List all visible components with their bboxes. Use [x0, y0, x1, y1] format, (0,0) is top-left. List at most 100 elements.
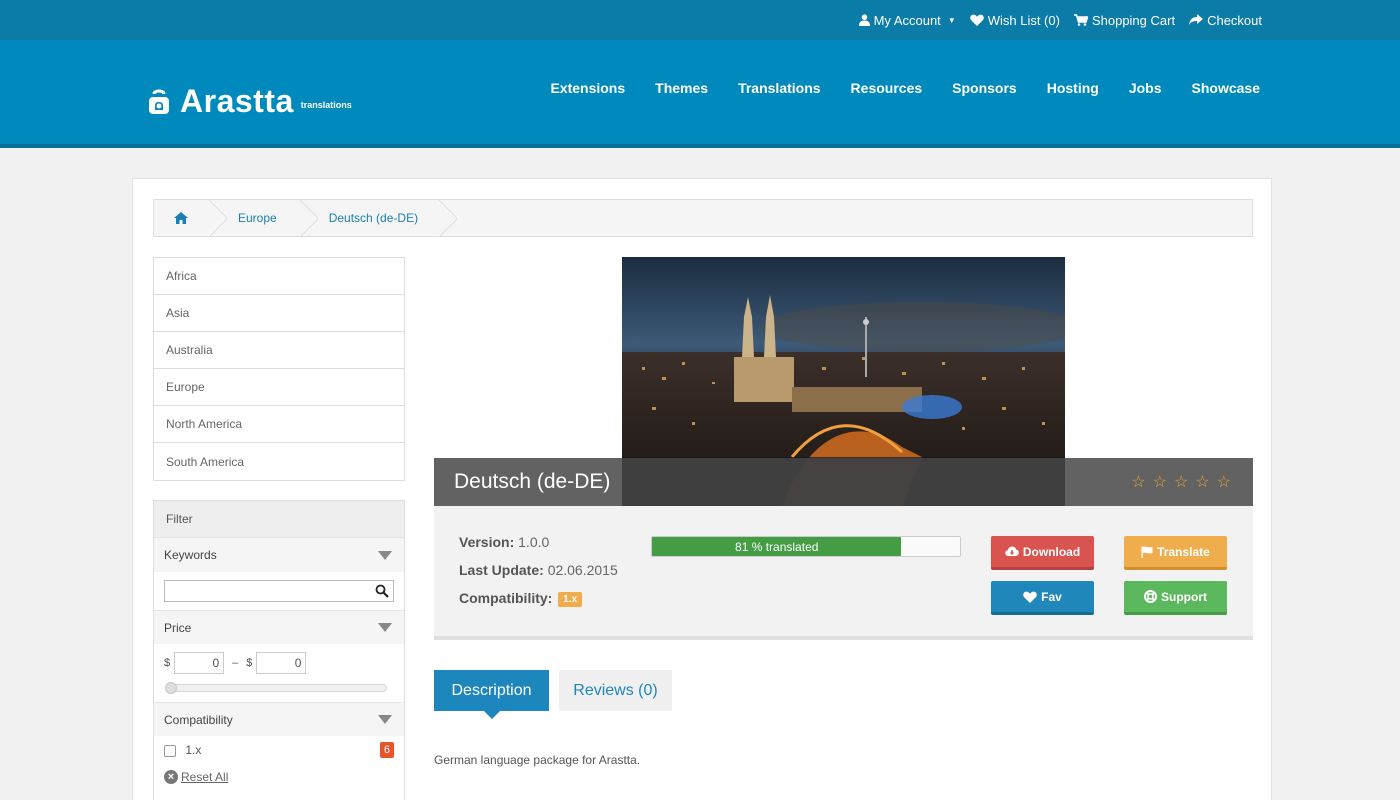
category-europe[interactable]: Europe — [154, 369, 404, 406]
translation-progress-fill: 81 % translated — [652, 537, 902, 556]
translation-progress-bar: 81 % translated — [651, 536, 961, 557]
keywords-label: Keywords — [164, 548, 217, 562]
breadcrumb-current-label: Deutsch (de-DE) — [328, 211, 419, 225]
star-icon[interactable]: ☆ — [1131, 472, 1145, 492]
star-icon[interactable]: ☆ — [1174, 472, 1188, 492]
category-list: Africa Asia Australia Europe North Ameri… — [153, 257, 405, 481]
star-icon[interactable]: ☆ — [1153, 472, 1167, 492]
category-south-america[interactable]: South America — [154, 443, 404, 480]
category-africa[interactable]: Africa — [154, 258, 404, 295]
star-icon[interactable]: ☆ — [1217, 472, 1231, 492]
nav-jobs[interactable]: Jobs — [1129, 80, 1162, 104]
price-slider-handle[interactable] — [165, 682, 177, 694]
main-nav: Extensions Themes Translations Resources… — [550, 80, 1260, 104]
main-header: Arastta translations Extensions Themes T… — [0, 40, 1400, 148]
nav-extensions[interactable]: Extensions — [550, 80, 625, 104]
reset-all[interactable]: × Reset All — [154, 758, 404, 784]
caret-down-icon: ▼ — [947, 15, 956, 25]
currency-symbol: $ — [164, 657, 171, 669]
cart-icon — [1073, 14, 1088, 26]
compat-1x-checkbox[interactable] — [164, 744, 176, 757]
support-label: Support — [1161, 589, 1207, 604]
account-links: My Account ▼ Wish List (0) Shopping Cart… — [858, 0, 1262, 40]
last-update-value: 02.06.2015 — [547, 562, 618, 578]
flag-icon — [1141, 546, 1153, 558]
fav-button[interactable]: Fav — [991, 581, 1094, 615]
price-range: $ 0 – $ 0 — [154, 644, 404, 674]
breadcrumb-europe[interactable]: Europe — [208, 200, 299, 236]
version-value: 1.0.0 — [518, 534, 550, 550]
breadcrumb-europe-label: Europe — [238, 211, 277, 225]
breadcrumb-home[interactable] — [154, 200, 208, 236]
price-dash: – — [232, 657, 239, 669]
close-circle-icon: × — [164, 770, 178, 784]
chevron-down-icon — [378, 623, 392, 632]
compatibility-label: Compatibility: — [459, 590, 553, 606]
cloud-download-icon — [1005, 546, 1019, 556]
nav-sponsors[interactable]: Sponsors — [952, 80, 1017, 104]
content-card: Europe Deutsch (de-DE) Africa Asia Austr… — [132, 178, 1272, 800]
wish-list-link[interactable]: Wish List (0) — [969, 13, 1060, 28]
compatibility-section-toggle[interactable]: Compatibility — [154, 702, 404, 736]
site-logo[interactable]: Arastta translations — [148, 83, 352, 119]
checkout-label: Checkout — [1207, 12, 1262, 28]
chevron-down-icon — [378, 550, 392, 560]
keywords-section-toggle[interactable]: Keywords — [154, 538, 404, 572]
price-min-input[interactable]: 0 — [174, 652, 225, 674]
compat-option-label: 1.x — [185, 743, 202, 757]
logo-subtitle: translations — [300, 100, 352, 110]
tab-description[interactable]: Description — [434, 670, 549, 719]
keywords-input[interactable] — [165, 581, 393, 601]
tab-reviews[interactable]: Reviews (0) — [559, 670, 672, 711]
product-meta: Version: 1.0.0 Last Update: 02.06.2015 C… — [459, 528, 618, 615]
filter-title: Filter — [154, 501, 404, 538]
description-text: German language package for Arastta. — [434, 753, 641, 767]
heart-icon — [969, 14, 984, 26]
home-icon — [174, 212, 188, 224]
top-bar: My Account ▼ Wish List (0) Shopping Cart… — [0, 0, 1400, 40]
count-badge: 6 — [379, 742, 394, 758]
star-rating[interactable]: ☆ ☆ ☆ ☆ ☆ — [1131, 472, 1231, 492]
compatibility-badge: 1.x — [558, 592, 583, 607]
price-slider[interactable] — [165, 682, 387, 694]
filter-panel: Filter Keywords Price $ 0 – $ 0 Compatib… — [153, 500, 405, 800]
my-account-dropdown[interactable]: My Account ▼ — [858, 13, 956, 28]
share-arrow-icon — [1189, 14, 1204, 25]
search-icon[interactable] — [375, 584, 389, 598]
category-australia[interactable]: Australia — [154, 332, 404, 369]
price-max-input[interactable]: 0 — [256, 652, 307, 674]
nav-hosting[interactable]: Hosting — [1047, 80, 1099, 104]
shopping-cart-link[interactable]: Shopping Cart — [1073, 12, 1176, 28]
nav-resources[interactable]: Resources — [851, 80, 923, 104]
chevron-down-icon — [378, 715, 392, 724]
currency-symbol: $ — [246, 657, 253, 669]
life-ring-icon — [1144, 590, 1157, 603]
product-info-box: Version: 1.0.0 Last Update: 02.06.2015 C… — [434, 506, 1253, 640]
product-title: Deutsch (de-DE) — [454, 470, 611, 493]
translate-label: Translate — [1157, 544, 1210, 559]
nav-showcase[interactable]: Showcase — [1192, 80, 1260, 104]
checkout-link[interactable]: Checkout — [1189, 13, 1262, 28]
nav-themes[interactable]: Themes — [655, 80, 708, 104]
category-asia[interactable]: Asia — [154, 295, 404, 332]
user-icon — [858, 14, 870, 26]
product-title-bar: Deutsch (de-DE) ☆ ☆ ☆ ☆ ☆ — [434, 458, 1253, 506]
download-label: Download — [1022, 544, 1081, 559]
breadcrumb: Europe Deutsch (de-DE) — [153, 199, 1253, 237]
heart-icon — [1023, 591, 1037, 603]
shopping-cart-label: Shopping Cart — [1091, 12, 1176, 28]
logo-name: Arastta — [180, 83, 294, 119]
nav-translations[interactable]: Translations — [738, 80, 820, 104]
version-label: Version: — [459, 534, 515, 550]
support-button[interactable]: Support — [1124, 581, 1227, 615]
reset-all-label: Reset All — [181, 770, 229, 784]
download-button[interactable]: Download — [991, 536, 1094, 570]
breadcrumb-current[interactable]: Deutsch (de-DE) — [299, 200, 438, 236]
last-update-label: Last Update: — [459, 562, 544, 578]
compatibility-option: 1.x 6 — [154, 736, 404, 758]
translate-button[interactable]: Translate — [1124, 536, 1227, 570]
star-icon[interactable]: ☆ — [1195, 472, 1209, 492]
price-label: Price — [164, 620, 192, 635]
price-section-toggle[interactable]: Price — [154, 610, 404, 644]
category-north-america[interactable]: North America — [154, 406, 404, 443]
